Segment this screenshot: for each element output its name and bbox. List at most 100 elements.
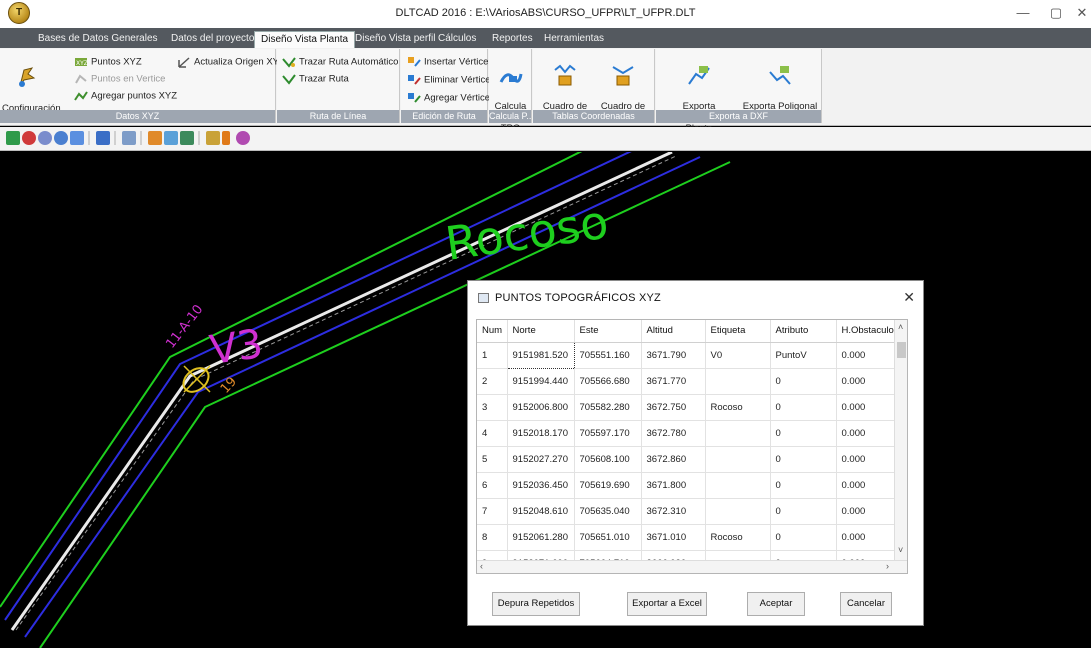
table-cell-altitud[interactable]: 3672.310 [641,498,706,525]
col-header-etiqueta[interactable]: Etiqueta [705,320,771,343]
table-cell-etiqueta[interactable] [705,472,771,499]
table-cell-atributo[interactable]: PuntoV [770,342,837,369]
table-cell-etiqueta[interactable]: Rocoso [705,394,771,421]
table-cell-etiqueta[interactable] [705,420,771,447]
table-cell-norte[interactable]: 9151994.440 [507,368,575,395]
save-icon[interactable] [96,131,110,145]
table-cell-hobstaculo[interactable]: 0.000 [836,498,897,525]
table-cell-altitud[interactable]: 3671.010 [641,524,706,551]
agregar-puntos-button[interactable]: Agregar puntos XYZ [74,90,177,102]
table-row[interactable]: 6 9152036.450 705619.690 3671.800 0 0.000 [477,472,897,499]
trazar-ruta-button[interactable]: Trazar Ruta [282,73,349,85]
table-cell-atributo[interactable]: 0 [770,368,837,395]
tab-diseno-vista-planta[interactable]: Diseño Vista Planta [254,31,356,48]
properties-icon[interactable] [164,131,178,145]
table-cell-este[interactable]: 705619.690 [574,472,642,499]
table-row[interactable]: 3 9152006.800 705582.280 3672.750 Rocoso 0 0.0… [477,394,897,421]
table-cell-etiqueta[interactable] [705,498,771,525]
table-cell-atributo[interactable]: 0 [770,524,837,551]
table-cell-hobstaculo[interactable]: 0.000 [836,394,897,421]
table-cell-norte[interactable]: 9152006.800 [507,394,575,421]
table-cell-hobstaculo[interactable]: 0.000 [836,342,897,369]
scroll-left-icon[interactable]: ‹ [480,561,483,571]
table-cell-hobstaculo[interactable]: 0.000 [836,368,897,395]
zoom-window-icon[interactable] [54,131,68,145]
table-cell-norte[interactable]: 9152018.170 [507,420,575,447]
eliminar-vertice-button[interactable]: Eliminar Vértice [407,74,491,86]
scroll-down-icon[interactable]: ˅ [898,545,903,555]
tab-diseno-vista-perfil[interactable]: Diseño Vista perfil [349,31,441,48]
info-icon[interactable] [206,131,220,145]
zoom-extents-icon[interactable] [70,131,84,145]
aceptar-button[interactable]: Aceptar [747,592,805,616]
table-row[interactable]: 2 9151994.440 705566.680 3671.770 0 0.000 [477,368,897,395]
table-cell-etiqueta[interactable]: V0 [705,342,771,369]
table-cell-atributo[interactable]: 0 [770,420,837,447]
actualiza-origen-button[interactable]: Actualiza Origen XY [177,56,279,68]
table-cell-altitud[interactable]: 3672.780 [641,420,706,447]
table-cell-num[interactable]: 3 [477,394,508,421]
table-cell-atributo[interactable]: 0 [770,498,837,525]
table-cell-num[interactable]: 4 [477,420,508,447]
points-grid[interactable]: Num Norte Este Altitud Etiqueta Atributo… [476,319,908,574]
scroll-right-icon[interactable]: › [886,561,889,571]
close-window-button[interactable]: ✕ [1070,3,1091,23]
col-header-altitud[interactable]: Altitud [641,320,706,343]
col-header-hobstaculo[interactable]: H.Obstaculo [836,320,897,343]
col-header-num[interactable]: Num [477,320,508,343]
table-cell-este[interactable]: 705635.040 [574,498,642,525]
table-cell-atributo[interactable]: 0 [770,472,837,499]
table-cell-etiqueta[interactable]: Rocoso [705,524,771,551]
table-row[interactable]: 4 9152018.170 705597.170 3672.780 0 0.000 [477,420,897,447]
table-cell-altitud[interactable]: 3672.750 [641,394,706,421]
color-icon[interactable] [180,131,194,145]
table-cell-este[interactable]: 705608.100 [574,446,642,473]
tab-bases-datos[interactable]: Bases de Datos Generales [32,31,164,48]
table-cell-norte[interactable]: 9152061.280 [507,524,575,551]
zoom-out-icon[interactable] [38,131,52,145]
tab-reportes[interactable]: Reportes [486,31,539,48]
layers-icon[interactable] [148,131,162,145]
tab-calculos[interactable]: Cálculos [432,31,482,48]
table-cell-norte[interactable]: 9152048.610 [507,498,575,525]
col-header-norte[interactable]: Norte [507,320,575,343]
maximize-button[interactable]: ▢ [1044,3,1068,23]
col-header-atributo[interactable]: Atributo [770,320,837,343]
trazar-ruta-automatico-button[interactable]: Trazar Ruta Automático [282,56,398,68]
erase-icon[interactable] [236,131,250,145]
table-cell-num[interactable]: 2 [477,368,508,395]
table-cell-este[interactable]: 705597.170 [574,420,642,447]
grid-icon[interactable] [122,131,136,145]
puntos-xyz-button[interactable]: XYZ Puntos XYZ [74,56,142,68]
vertical-scrollbar[interactable]: ˄ ˅ [894,320,907,560]
scroll-thumb[interactable] [897,342,906,358]
table-cell-etiqueta[interactable] [705,446,771,473]
table-row[interactable]: 7 9152048.610 705635.040 3672.310 0 0.000 [477,498,897,525]
marker-icon[interactable] [222,131,230,145]
table-cell-este[interactable]: 705551.160 [574,342,642,369]
tab-datos-proyecto[interactable]: Datos del proyecto [165,31,260,48]
table-cell-hobstaculo[interactable]: 0.000 [836,446,897,473]
table-cell-este[interactable]: 705582.280 [574,394,642,421]
table-cell-hobstaculo[interactable]: 0.000 [836,524,897,551]
table-cell-norte[interactable]: 9152027.270 [507,446,575,473]
puntos-vertice-button[interactable]: Puntos en Vertice [74,73,165,85]
table-cell-este[interactable]: 705651.010 [574,524,642,551]
agregar-vertice-button[interactable]: Agregar Vértice [407,92,490,104]
col-header-este[interactable]: Este [574,320,642,343]
close-icon[interactable]: ✕ [903,289,915,306]
table-cell-hobstaculo[interactable]: 0.000 [836,420,897,447]
table-cell-altitud[interactable]: 3672.860 [641,446,706,473]
dialog-title-bar[interactable]: PUNTOS TOPOGRÁFICOS XYZ ✕ [468,281,923,314]
table-cell-atributo[interactable]: 0 [770,446,837,473]
table-cell-norte[interactable]: 9152036.450 [507,472,575,499]
scroll-up-icon[interactable]: ˄ [898,322,903,332]
table-cell-num[interactable]: 8 [477,524,508,551]
select-tool-icon[interactable] [6,131,20,145]
table-cell-etiqueta[interactable] [705,368,771,395]
table-row[interactable]: 1 9151981.520 705551.160 3671.790 V0 PuntoV 0.… [477,341,897,369]
table-cell-altitud[interactable]: 3671.770 [641,368,706,395]
horizontal-scrollbar[interactable]: ‹ › [477,560,907,573]
table-cell-atributo[interactable]: 0 [770,394,837,421]
table-row[interactable]: 5 9152027.270 705608.100 3672.860 0 0.000 [477,446,897,473]
